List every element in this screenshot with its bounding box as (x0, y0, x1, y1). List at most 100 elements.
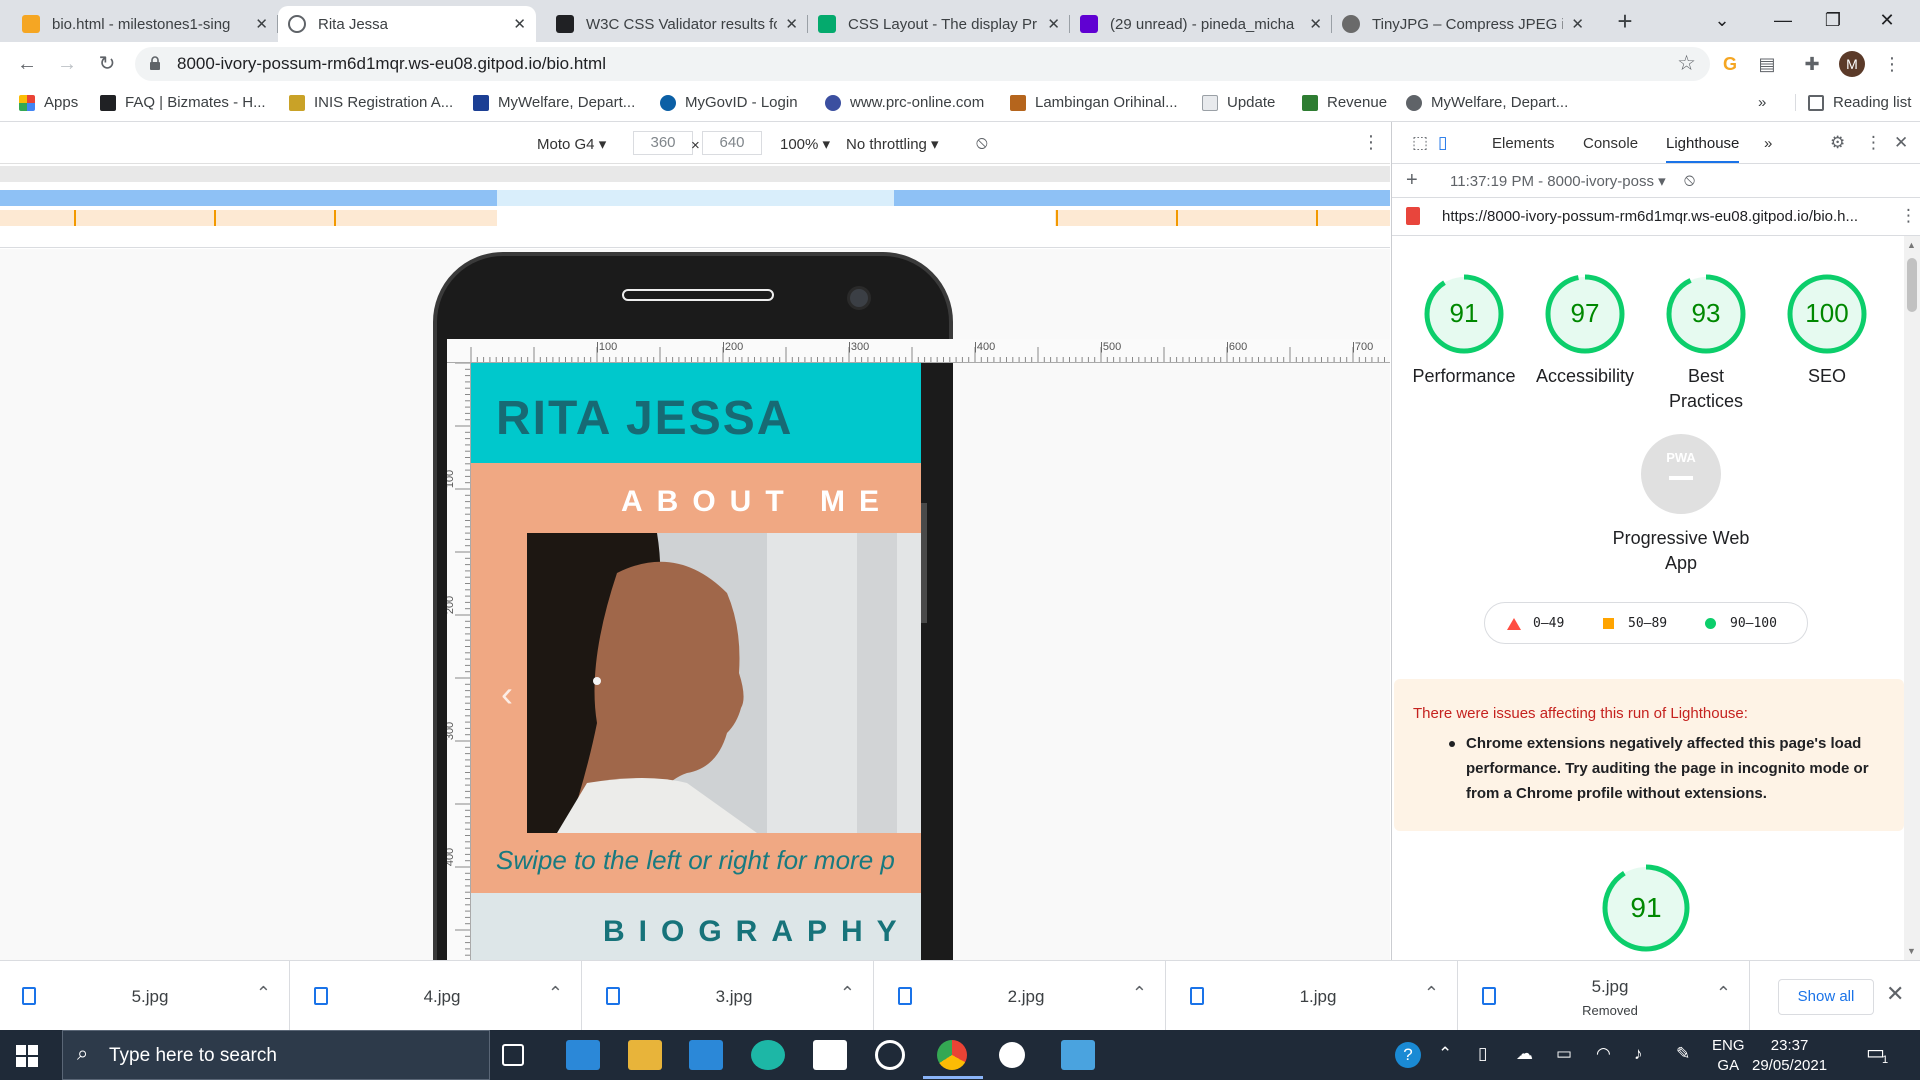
battery-icon[interactable]: ▭ (1556, 1044, 1572, 1064)
site-title[interactable]: RITA JESSA (496, 391, 793, 446)
reload-icon[interactable]: ↻ (92, 49, 122, 79)
device-icon[interactable]: ▯ (1478, 1044, 1487, 1064)
tab-search-icon[interactable]: ⌄ (1699, 0, 1745, 40)
tab-console[interactable]: Console (1583, 135, 1638, 152)
inspect-element-icon[interactable]: ⬚ (1412, 133, 1428, 153)
photos-icon[interactable] (1061, 1040, 1095, 1070)
store-icon[interactable] (689, 1040, 723, 1070)
reading-list-button[interactable]: Reading list (1795, 94, 1911, 111)
bookmark-inis[interactable]: INIS Registration A... (289, 94, 453, 111)
download-item[interactable]: 5.jpg Removed ⌃ (1460, 961, 1750, 1031)
chevron-up-icon[interactable]: ⌃ (1424, 983, 1439, 1004)
minimize-icon[interactable]: — (1760, 0, 1806, 40)
chrome-icon[interactable] (937, 1040, 967, 1070)
avatar[interactable]: M (1839, 51, 1865, 77)
close-devtools-icon[interactable]: ✕ (1894, 133, 1908, 153)
carousel-prev-icon[interactable]: ‹ (501, 673, 513, 715)
close-tab-icon[interactable]: ✕ (1047, 15, 1060, 33)
browser-menu-icon[interactable]: ⋮ (1880, 52, 1904, 76)
onedrive-icon[interactable]: ☁ (1516, 1044, 1533, 1064)
close-tab-icon[interactable]: ✕ (255, 15, 268, 33)
restore-icon[interactable]: ❐ (1810, 0, 1856, 40)
close-tab-icon[interactable]: ✕ (1571, 15, 1584, 33)
download-item[interactable]: 5.jpg ⌃ (0, 961, 290, 1031)
help-icon[interactable]: ? (1395, 1042, 1421, 1068)
taskbar-search-box[interactable]: ⌕ Type here to search (62, 1030, 490, 1080)
address-bar[interactable]: 8000-ivory-possum-rm6d1mqr.ws-eu08.gitpo… (135, 47, 1710, 81)
download-item[interactable]: 2.jpg ⌃ (876, 961, 1166, 1031)
show-all-downloads-button[interactable]: Show all (1778, 979, 1874, 1015)
bookmark-bizmates[interactable]: FAQ | Bizmates - H... (100, 94, 266, 111)
new-tab-button[interactable]: + (1608, 6, 1642, 38)
zoom-select[interactable]: 100% ▾ (780, 135, 830, 153)
media-query-min-width-bar-right[interactable] (1055, 210, 1390, 226)
forward-icon[interactable]: → (52, 49, 82, 79)
report-menu-icon[interactable]: ⋮ (1900, 206, 1917, 226)
bookmark-apps[interactable]: Apps (19, 94, 78, 111)
volume-icon[interactable]: ♪ (1634, 1044, 1643, 1064)
clock[interactable]: 23:37 29/05/2021 (1752, 1036, 1827, 1076)
chevron-up-icon[interactable]: ⌃ (1716, 983, 1731, 1004)
media-query-min-max-bar-right[interactable] (894, 190, 1390, 206)
grammarly-icon[interactable]: G (1718, 52, 1742, 76)
download-item[interactable]: 3.jpg ⌃ (584, 961, 874, 1031)
scroll-down-icon[interactable]: ▼ (1907, 946, 1916, 956)
device-toolbar-menu-icon[interactable]: ⋮ (1362, 132, 1380, 153)
tab-bio-html[interactable]: bio.html - milestones1-sing ✕ (12, 6, 278, 42)
tab-yahoo-mail[interactable]: (29 unread) - pineda_micha ✕ (1070, 6, 1332, 42)
language-indicator[interactable]: ENG GA (1712, 1036, 1745, 1076)
new-report-icon[interactable]: + (1406, 169, 1418, 192)
bookmark-mywelfare-2[interactable]: MyWelfare, Depart... (1406, 94, 1568, 111)
more-tabs-button[interactable]: » (1764, 135, 1772, 152)
close-tab-icon[interactable]: ✕ (785, 15, 798, 33)
tab-rita-jessa[interactable]: Rita Jessa ✕ (278, 6, 536, 42)
close-tab-icon[interactable]: ✕ (1309, 15, 1322, 33)
close-window-icon[interactable]: ✕ (1864, 0, 1910, 40)
tab-tinyjpg[interactable]: TinyJPG – Compress JPEG in ✕ (1332, 6, 1594, 42)
settings-gear-icon[interactable] (999, 1042, 1025, 1068)
chevron-up-icon[interactable]: ⌃ (840, 983, 855, 1004)
rotate-icon[interactable]: ⦸ (976, 132, 988, 153)
tray-overflow-icon[interactable]: ⌃ (1438, 1044, 1452, 1064)
chevron-up-icon[interactable]: ⌃ (548, 983, 563, 1004)
media-query-max-width-bar[interactable] (0, 166, 1390, 182)
scrollbar-thumb[interactable] (1907, 258, 1917, 312)
tab-w3c-validator[interactable]: W3C CSS Validator results fo ✕ (546, 6, 808, 42)
gauge-performance-detail[interactable]: 91 (1586, 862, 1706, 954)
settings-gear-icon[interactable]: ⚙ (1830, 133, 1845, 153)
gauge-seo[interactable]: 100 SEO (1767, 272, 1887, 389)
report-select[interactable]: 11:37:19 PM - 8000-ivory-poss ▾ (1450, 172, 1666, 190)
mail-icon[interactable] (566, 1040, 600, 1070)
gauge-performance[interactable]: 91 Performance (1404, 272, 1524, 389)
close-downloads-icon[interactable]: ✕ (1886, 981, 1904, 1007)
tab-elements[interactable]: Elements (1492, 135, 1555, 152)
extensions-puzzle-icon[interactable]: ✚ (1800, 52, 1824, 76)
devtools-menu-icon[interactable]: ⋮ (1865, 133, 1882, 153)
media-query-min-max-bar-left[interactable] (0, 190, 497, 206)
gauge-accessibility[interactable]: 97 Accessibility (1525, 272, 1645, 389)
devtools-scrollbar[interactable]: ▲ ▼ (1904, 236, 1920, 960)
report-url[interactable]: https://8000-ivory-possum-rm6d1mqr.ws-eu… (1442, 208, 1858, 225)
gauge-best-practices[interactable]: 93 Best Practices (1646, 272, 1766, 414)
wifi-icon[interactable]: ◠ (1596, 1044, 1611, 1064)
bookmark-prc[interactable]: www.prc-online.com (825, 94, 984, 111)
pen-icon[interactable]: ✎ (1676, 1044, 1690, 1064)
download-item[interactable]: 4.jpg ⌃ (292, 961, 582, 1031)
github-icon[interactable] (875, 1040, 905, 1070)
scroll-up-icon[interactable]: ▲ (1907, 240, 1916, 250)
download-item[interactable]: 1.jpg ⌃ (1168, 961, 1458, 1031)
device-select[interactable]: Moto G4 ▾ (537, 135, 606, 153)
chevron-up-icon[interactable]: ⌃ (1132, 983, 1147, 1004)
tab-lighthouse[interactable]: Lighthouse (1666, 135, 1740, 163)
close-tab-icon[interactable]: ✕ (513, 15, 526, 33)
bookmark-mywelfare[interactable]: MyWelfare, Depart... (473, 94, 635, 111)
back-icon[interactable]: ← (12, 49, 42, 79)
more-bookmarks-button[interactable]: » (1758, 94, 1766, 111)
tab-css-layout[interactable]: CSS Layout - The display Pr ✕ (808, 6, 1070, 42)
windows-start-icon[interactable] (16, 1045, 38, 1067)
edge-icon[interactable] (751, 1040, 785, 1070)
device-toggle-icon[interactable]: ▯ (1438, 133, 1447, 153)
portrait-photo[interactable] (527, 533, 921, 833)
extension-doc-icon[interactable]: ▤ (1755, 52, 1779, 76)
task-view-icon[interactable] (502, 1044, 524, 1066)
